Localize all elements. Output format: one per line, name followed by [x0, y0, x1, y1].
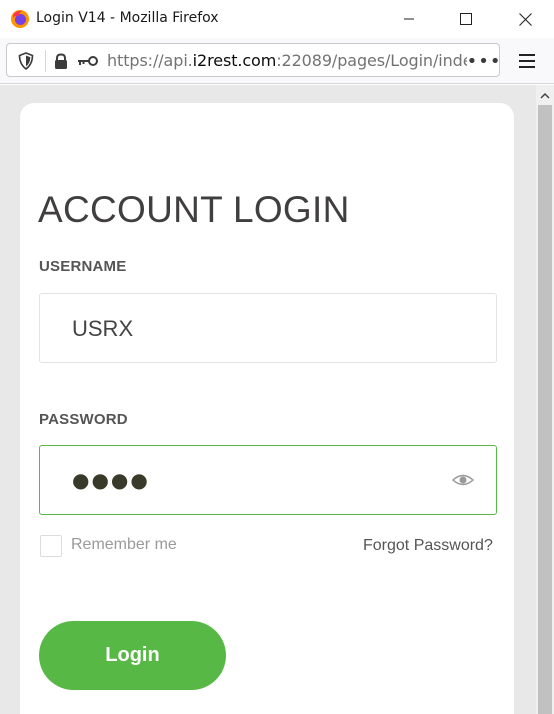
- url-host: i2rest.com: [192, 51, 277, 70]
- minimize-icon: [404, 18, 414, 20]
- minimize-button[interactable]: [386, 0, 432, 38]
- remember-me-label[interactable]: Remember me: [71, 536, 177, 554]
- scroll-up-button[interactable]: [536, 85, 554, 105]
- page-content: ACCOUNT LOGIN USERNAME USRX PASSWORD ●●●…: [0, 85, 536, 714]
- hamburger-icon[interactable]: [516, 50, 538, 72]
- window-title: Login V14 - Mozilla Firefox: [36, 10, 219, 26]
- site-security-button[interactable]: [52, 44, 70, 78]
- remember-me-checkbox[interactable]: [40, 535, 62, 557]
- close-button[interactable]: [502, 0, 548, 38]
- username-value: USRX: [72, 316, 134, 341]
- url-separator: [45, 50, 46, 72]
- lock-icon: [55, 52, 67, 69]
- scroll-up-icon: [540, 92, 550, 99]
- forgot-password-link[interactable]: Forgot Password?: [363, 537, 493, 555]
- password-value: ●●●●: [72, 468, 150, 492]
- username-label: USERNAME: [39, 258, 127, 275]
- close-icon: [518, 12, 532, 26]
- username-input[interactable]: USRX: [39, 293, 497, 363]
- url-path: :22089/pages/Login/index: [276, 51, 467, 70]
- url-bar[interactable]: https://api.i2rest.com:22089/pages/Login…: [6, 43, 500, 77]
- url-prefix: https://api.: [107, 51, 193, 70]
- nav-bar: https://api.i2rest.com:22089/pages/Login…: [0, 38, 554, 84]
- firefox-icon: [11, 10, 29, 28]
- password-input[interactable]: ●●●●: [39, 445, 497, 515]
- login-button[interactable]: Login: [39, 621, 226, 690]
- scroll-thumb[interactable]: [538, 105, 552, 714]
- url-text[interactable]: https://api.i2rest.com:22089/pages/Login…: [107, 51, 467, 70]
- eye-icon[interactable]: [452, 470, 474, 490]
- shield-icon: [18, 52, 34, 70]
- maximize-button[interactable]: [443, 0, 489, 38]
- key-icon: [78, 56, 98, 66]
- saved-logins-button[interactable]: [75, 44, 101, 78]
- login-card: ACCOUNT LOGIN USERNAME USRX PASSWORD ●●●…: [20, 103, 514, 714]
- maximize-icon: [460, 13, 472, 25]
- more-icon[interactable]: •••: [467, 44, 501, 78]
- password-label: PASSWORD: [39, 411, 128, 428]
- vertical-scrollbar[interactable]: [536, 85, 554, 714]
- tracking-protection-button[interactable]: [15, 44, 37, 78]
- page-title: ACCOUNT LOGIN: [38, 189, 350, 230]
- title-bar: Login V14 - Mozilla Firefox: [0, 0, 554, 38]
